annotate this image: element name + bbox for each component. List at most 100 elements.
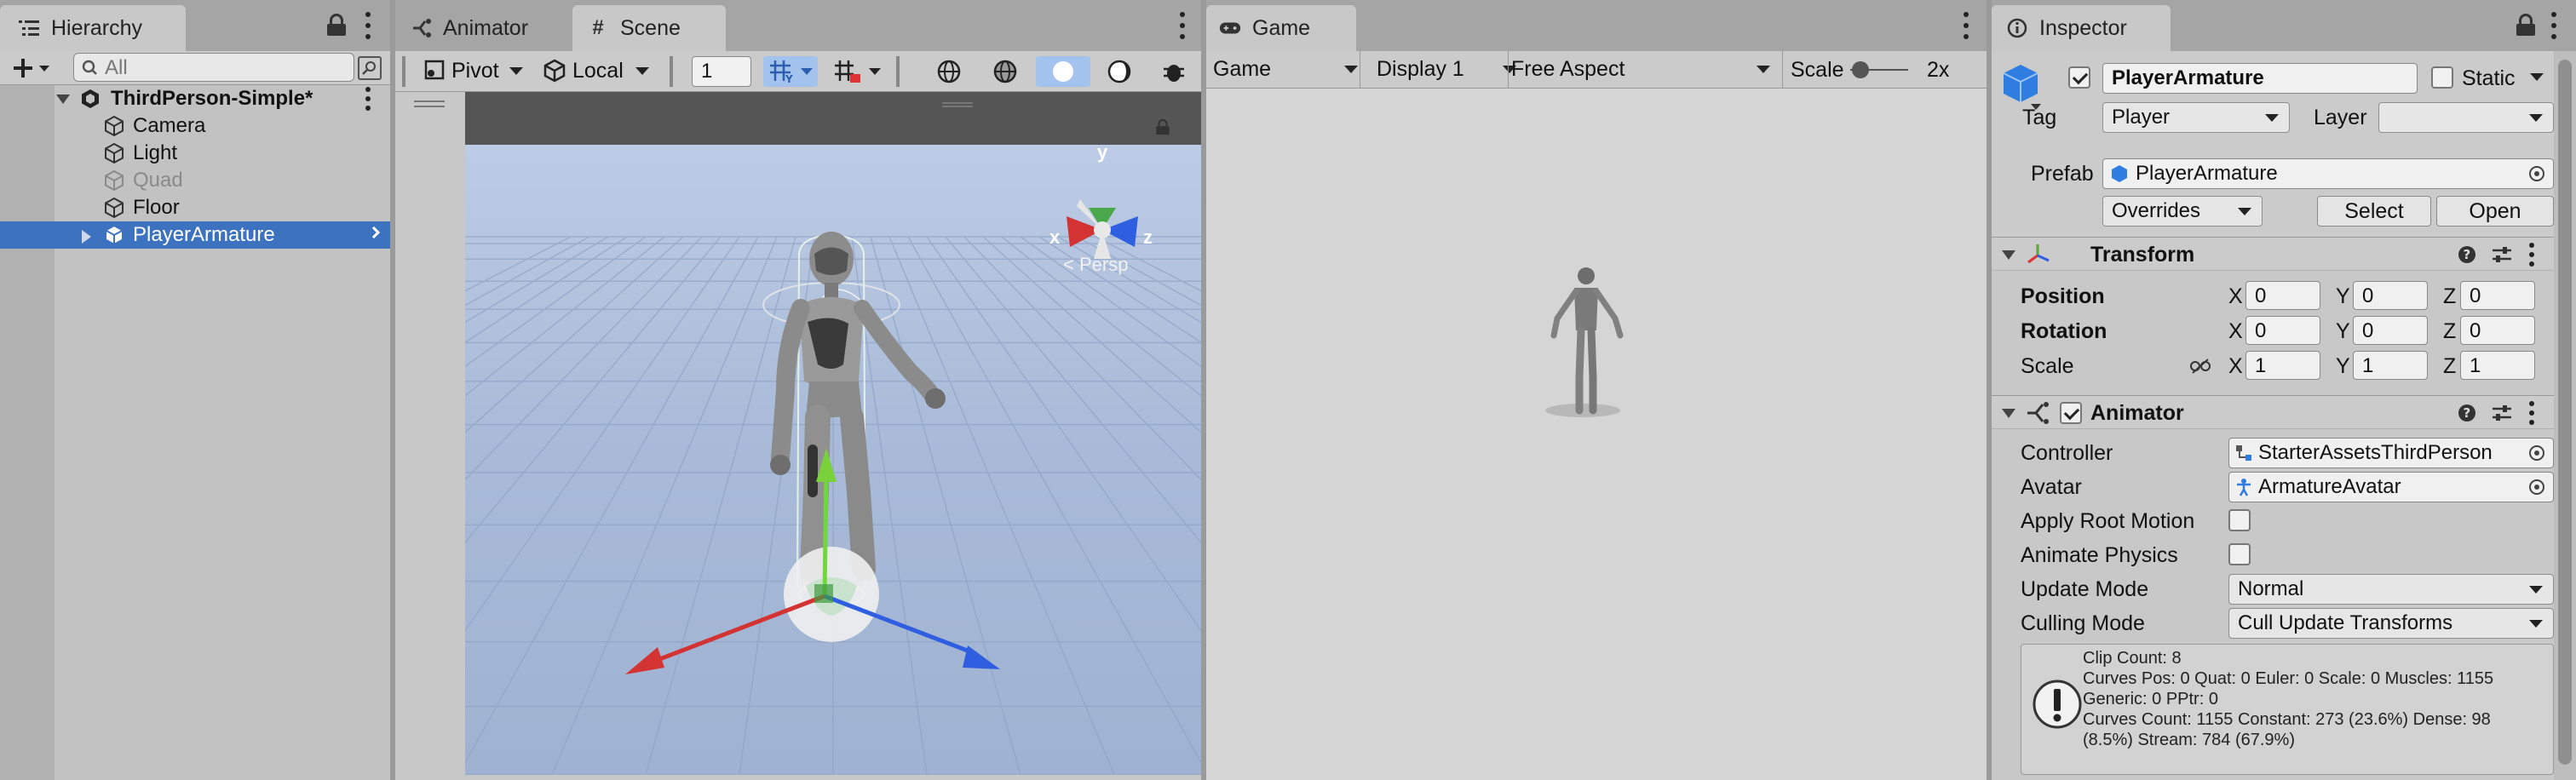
grid-size-input[interactable]: 1 (692, 56, 751, 87)
hierarchy-item[interactable]: Camera (0, 112, 390, 140)
grid-snap-button[interactable]: Y (763, 56, 818, 87)
static-checkbox[interactable] (2431, 66, 2453, 89)
projection-label[interactable]: < Persp (1063, 254, 1128, 276)
expand-arrow-icon[interactable] (56, 95, 70, 104)
game-toolbar: Game Display 1 Free Aspect Scale 2x (1206, 51, 1987, 89)
hierarchy-search-input[interactable]: All (73, 53, 354, 82)
expand-arrow-icon[interactable] (82, 230, 91, 244)
search-options-icon[interactable] (358, 56, 382, 80)
scene-menu-icon[interactable] (363, 87, 373, 111)
hierarchy-item[interactable]: PlayerArmature (0, 221, 390, 249)
animate-physics-checkbox[interactable] (2228, 543, 2251, 565)
transform-position-x-input[interactable]: 0 (2245, 281, 2320, 310)
more-options-icon[interactable] (363, 12, 373, 39)
shaded-wireframe-button[interactable] (990, 56, 1021, 87)
pivot-dropdown[interactable]: Pivot (417, 54, 530, 87)
hierarchy-item-label: Quad (133, 169, 183, 192)
tab-inspector[interactable]: Inspector (1992, 5, 2171, 51)
transform-header[interactable]: Transform ? (1992, 237, 2554, 271)
object-picker-icon[interactable] (2527, 478, 2546, 496)
transform-scale-y-input[interactable]: 1 (2353, 351, 2428, 380)
lock-icon[interactable] (327, 14, 346, 36)
axis-y-label: Y (2336, 319, 2350, 343)
display-dropdown[interactable]: Display 1 (1377, 53, 1523, 85)
tab-hierarchy[interactable]: Hierarchy (0, 5, 186, 51)
object-picker-icon[interactable] (2527, 164, 2546, 183)
add-object-button[interactable] (10, 54, 53, 82)
aspect-dropdown[interactable]: Free Aspect (1511, 53, 1777, 85)
animator-menu-icon[interactable] (2527, 401, 2537, 425)
transform-position-y-input[interactable]: 0 (2353, 281, 2428, 310)
inspector-tabbar: Inspector (1992, 0, 2576, 51)
active-checkbox[interactable] (2068, 66, 2090, 89)
link-scale-icon[interactable] (2189, 358, 2211, 379)
help-icon[interactable]: ? (2457, 403, 2477, 423)
scale-slider-knob[interactable] (1852, 61, 1870, 78)
transform-rotation-x-input[interactable]: 0 (2245, 316, 2320, 345)
transform-fold-icon[interactable] (2002, 250, 2015, 260)
game-more-icon[interactable] (1961, 12, 1971, 39)
scene-viewport[interactable]: y x z < Persp (465, 92, 1201, 775)
info-line: Curves Pos: 0 Quat: 0 Euler: 0 Scale: 0 … (2083, 669, 2494, 688)
select-button[interactable]: Select (2317, 196, 2431, 227)
avatar-field[interactable]: ArmatureAvatar (2228, 472, 2554, 502)
prefab-field[interactable]: PlayerArmature (2102, 158, 2554, 189)
hierarchy-item[interactable]: Quad (0, 167, 390, 194)
hierarchy-item[interactable]: Light (0, 140, 390, 167)
tag-dropdown[interactable]: Player (2102, 102, 2290, 133)
help-icon[interactable]: ? (2457, 244, 2477, 265)
transform-scale-z-input[interactable]: 1 (2460, 351, 2535, 380)
shading-mode-button[interactable] (934, 56, 964, 87)
shaded-button[interactable] (1036, 56, 1090, 87)
overrides-dropdown[interactable]: Overrides (2102, 196, 2263, 227)
transform-position-z-input[interactable]: 0 (2460, 281, 2535, 310)
layer-dropdown[interactable] (2378, 102, 2554, 133)
scene-row[interactable]: ThirdPerson-Simple* (0, 85, 390, 112)
transform-value: 0 (2470, 319, 2481, 342)
inspector-scroll-thumb[interactable] (2558, 60, 2572, 765)
update-mode-dropdown[interactable]: Normal (2228, 574, 2554, 605)
animator-info-box: Clip Count: 8 Curves Pos: 0 Quat: 0 Euler… (2021, 644, 2554, 775)
animator-enabled-checkbox[interactable] (2060, 402, 2082, 424)
presets-icon[interactable] (2491, 403, 2513, 423)
scale-slider[interactable] (1850, 60, 1908, 80)
open-button[interactable]: Open (2436, 196, 2554, 227)
inspector-more-icon[interactable] (2549, 12, 2559, 39)
increment-snap-button[interactable] (831, 56, 886, 87)
hierarchy-item-label: PlayerArmature (133, 223, 275, 246)
inspector-lock-icon[interactable] (2516, 14, 2535, 36)
tab-scene[interactable]: # Scene (572, 5, 726, 51)
culling-mode-dropdown[interactable]: Cull Update Transforms (2228, 608, 2554, 639)
object-name-input[interactable]: PlayerArmature (2102, 63, 2418, 94)
scene-more-icon[interactable] (1177, 12, 1187, 39)
controller-field[interactable]: StarterAssetsThirdPerson (2228, 438, 2554, 468)
transform-rotation-z-input[interactable]: 0 (2460, 316, 2535, 345)
game-mode-dropdown[interactable]: Game (1213, 53, 1365, 85)
child-arrow-icon[interactable] (367, 226, 381, 239)
tool-palette (395, 92, 465, 773)
gameobject-cube-icon (2003, 65, 2041, 110)
debug-draw-button[interactable] (1157, 56, 1191, 87)
layer-label: Layer (2314, 106, 2367, 129)
game-viewport[interactable] (1206, 89, 1987, 780)
tab-game[interactable]: Game (1206, 5, 1356, 51)
animator-fold-icon[interactable] (2002, 409, 2015, 418)
animator-header[interactable]: Animator ? (1992, 395, 2554, 429)
inspector-scrollbar[interactable] (2554, 51, 2576, 780)
object-picker-icon[interactable] (2527, 444, 2546, 462)
presets-icon[interactable] (2491, 244, 2513, 265)
space-dropdown[interactable]: Local (537, 54, 656, 87)
gizmo-lock-icon[interactable] (1156, 118, 1170, 135)
tab-animator[interactable]: Animator (395, 5, 566, 51)
static-dropdown-arrow[interactable] (2530, 73, 2544, 81)
increment-snap-icon (835, 60, 860, 83)
tab-scene-label: Scene (620, 16, 681, 40)
apply-root-motion-checkbox[interactable] (2228, 509, 2251, 531)
unlit-button[interactable] (1104, 56, 1135, 87)
controller-value: StarterAssetsThirdPerson (2258, 441, 2493, 464)
hierarchy-item[interactable]: Floor (0, 194, 390, 221)
hierarchy-item-label: Light (133, 141, 178, 164)
transform-scale-x-input[interactable]: 1 (2245, 351, 2320, 380)
transform-menu-icon[interactable] (2527, 243, 2537, 267)
transform-rotation-y-input[interactable]: 0 (2353, 316, 2428, 345)
